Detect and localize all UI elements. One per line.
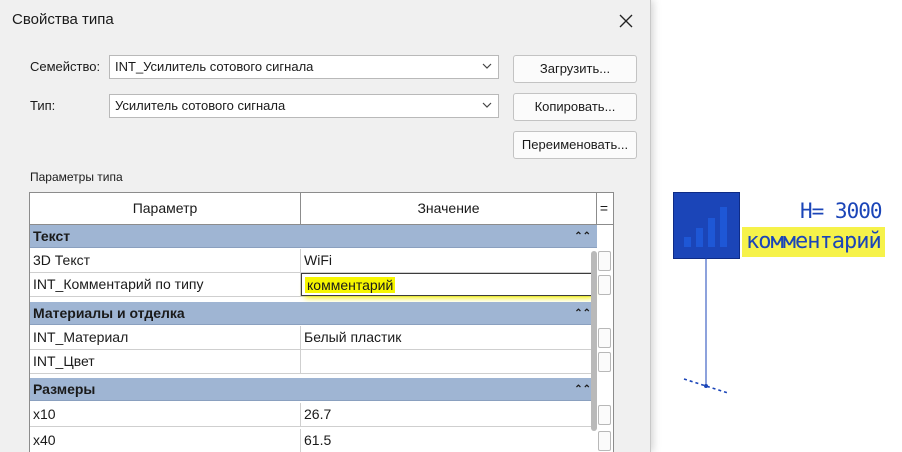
collapse-icon[interactable]: ⌃⌃ [574,378,591,401]
param-value[interactable]: Белый пластик [301,326,597,349]
family-label: Семейство: [30,59,101,74]
param-name: INT_Комментарий по типу [30,273,301,296]
dialog-title: Свойства типа [12,11,114,28]
row-formula-button[interactable] [598,251,611,271]
param-value[interactable]: WiFi [301,249,597,272]
param-name: x10 [30,403,301,426]
type-value: Усилитель сотового сигнала [115,98,286,113]
param-value-editor[interactable]: комментарий [301,273,597,296]
family-value: INT_Усилитель сотового сигнала [115,59,314,74]
tag-comment-label: комментарий [742,227,885,257]
group-label: Материалы и отделка [33,305,185,321]
param-name: INT_Цвет [30,350,301,373]
load-button[interactable]: Загрузить... [513,55,637,83]
table-row[interactable]: x40 61.5 [30,429,597,452]
grid-header: Параметр Значение = [30,193,613,225]
type-dropdown[interactable]: Усилитель сотового сигнала [109,94,499,118]
type-parameters-grid: Параметр Значение = Текст ⌃⌃ 3D Текст Wi… [29,192,614,452]
type-label: Тип: [30,98,56,113]
chevron-down-icon [482,102,492,108]
type-parameters-label: Параметры типа [30,170,123,184]
param-name: 3D Текст [30,249,301,272]
chevron-down-icon [482,63,492,69]
close-button[interactable] [610,6,642,36]
collapse-icon[interactable]: ⌃⌃ [574,302,591,325]
grid-scrollbar-thumb[interactable] [591,251,597,431]
row-formula-button[interactable] [598,352,611,372]
column-header-formula[interactable]: = [597,193,611,224]
dialog-titlebar[interactable]: Свойства типа [0,0,650,42]
row-formula-button[interactable] [598,431,611,451]
param-value[interactable] [301,350,597,373]
param-name: x40 [30,429,301,452]
row-formula-button[interactable] [598,275,611,295]
close-icon [619,14,633,28]
leader-line [683,258,729,394]
family-dropdown[interactable]: INT_Усилитель сотового сигнала [109,55,499,79]
table-row[interactable]: INT_Цвет [30,350,597,374]
group-label: Размеры [33,381,96,397]
column-header-parameter[interactable]: Параметр [30,193,301,224]
table-row[interactable]: x10 26.7 [30,403,597,427]
copy-button[interactable]: Копировать... [513,93,637,121]
tag-height-label: H= 3000 [800,199,883,223]
group-materials[interactable]: Материалы и отделка ⌃⌃ [30,302,597,325]
group-dimensions[interactable]: Размеры ⌃⌃ [30,378,597,401]
table-row[interactable]: INT_Материал Белый пластик [30,326,597,350]
signal-bars-icon [684,207,727,247]
signal-tag-symbol[interactable] [673,192,740,259]
collapse-icon[interactable]: ⌃⌃ [574,225,591,248]
param-value[interactable]: 26.7 [301,403,597,426]
table-row[interactable]: 3D Текст WiFi [30,249,597,273]
rename-button[interactable]: Переименовать... [513,131,637,159]
group-text[interactable]: Текст ⌃⌃ [30,225,597,248]
type-properties-dialog: Свойства типа Семейство: INT_Усилитель с… [0,0,651,452]
table-row[interactable]: INT_Комментарий по типу комментарий [30,273,597,297]
param-name: INT_Материал [30,326,301,349]
param-value[interactable]: 61.5 [301,429,597,452]
row-formula-button[interactable] [598,405,611,425]
highlighted-value: комментарий [305,277,396,293]
row-formula-button[interactable] [598,328,611,348]
column-header-value[interactable]: Значение [301,193,597,224]
group-label: Текст [33,228,71,244]
